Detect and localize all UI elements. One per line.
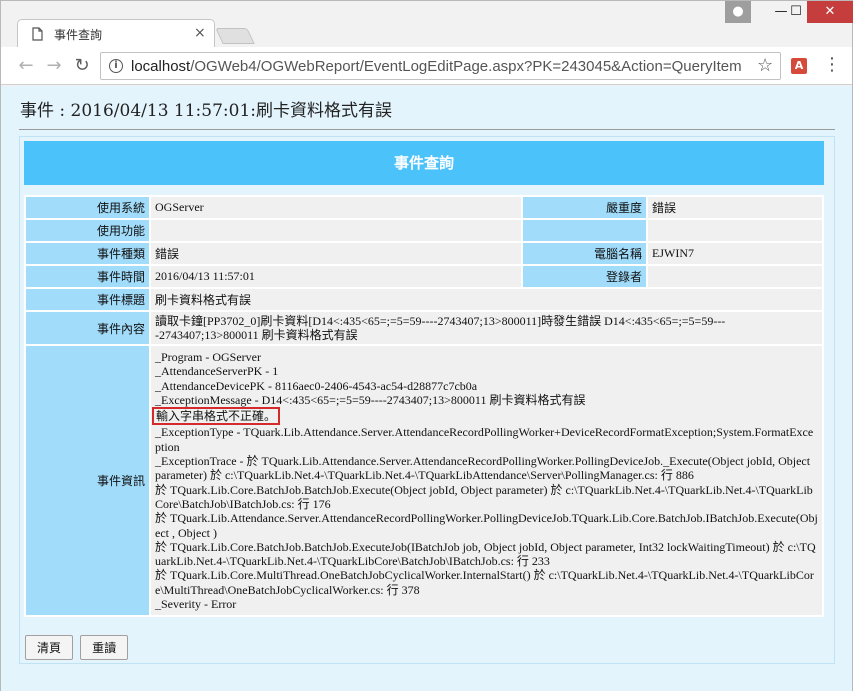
detail-line: _ExceptionType - TQuark.Lib.Attendance.S… xyxy=(155,425,814,454)
system-value: OGServer xyxy=(151,197,521,218)
browser-window: 事件查詢 × ● — ☐ ✕ ← → ↻ i localhost/OGWeb4/… xyxy=(0,0,853,691)
url-host: localhost xyxy=(131,58,191,75)
back-button[interactable]: ← xyxy=(15,55,37,77)
row-function: 使用功能 xyxy=(26,220,822,241)
reload-data-button[interactable]: 重讀 xyxy=(80,635,129,660)
highlighted-error-message: 輸入字串格式不正確。 xyxy=(152,407,281,426)
close-window-button[interactable]: ✕ xyxy=(807,1,853,23)
detail-line: _ExceptionTrace - 於 TQuark.Lib.Attendanc… xyxy=(155,454,811,483)
content-value: 讀取卡鐘[PP3702_0]刷卡資料[D14<:435<65=;=5=59---… xyxy=(151,312,822,344)
url-text[interactable]: localhost/OGWeb4/OGWebReport/EventLogEdi… xyxy=(131,58,742,75)
user-profile-button[interactable]: ● xyxy=(725,1,751,23)
action-buttons: 清頁 重讀 xyxy=(25,635,130,660)
login-value xyxy=(648,266,822,287)
severity-label: 嚴重度 xyxy=(523,197,646,218)
detail-line: 於 TQuark.Lib.Attendance.Server.Attendanc… xyxy=(155,511,818,540)
tab-close-icon[interactable]: × xyxy=(194,25,206,41)
detail-line: _Severity - Error xyxy=(155,597,237,612)
function-label: 使用功能 xyxy=(26,220,149,241)
detail-line: _Program - OGServer xyxy=(155,350,261,364)
page-title: 事件 : 2016/04/13 11:57:01:刷卡資料格式有誤 xyxy=(20,101,392,121)
user-icon: ● xyxy=(732,4,744,19)
row-detail: 事件資訊 _Program - OGServer _AttendanceServ… xyxy=(26,346,822,616)
panel-header: 事件查詢 xyxy=(24,141,824,185)
url-path: /OGWeb4/OGWebReport/EventLogEditPage.asp… xyxy=(190,58,742,75)
pdf-extension-icon[interactable]: A xyxy=(791,58,807,74)
tab-title: 事件查詢 xyxy=(54,28,103,42)
computer-label: 電腦名稱 xyxy=(523,243,646,264)
event-info-table: 使用系統 OGServer 嚴重度 錯誤 使用功能 事件種類 錯誤 電腦名稱 E… xyxy=(24,195,824,618)
subject-value: 刷卡資料格式有誤 xyxy=(151,289,822,310)
empty-value xyxy=(648,220,822,241)
system-label: 使用系統 xyxy=(26,197,149,218)
page-content: 事件 : 2016/04/13 11:57:01:刷卡資料格式有誤 事件查詢 使… xyxy=(1,86,852,691)
detail-label: 事件資訊 xyxy=(26,346,149,616)
clear-page-button[interactable]: 清頁 xyxy=(25,635,74,660)
login-label: 登錄者 xyxy=(523,266,646,287)
type-value: 錯誤 xyxy=(151,243,521,264)
detail-line: 於 TQuark.Lib.Core.MultiThread.OneBatchJo… xyxy=(155,568,814,597)
type-label: 事件種類 xyxy=(26,243,149,264)
new-tab-button[interactable] xyxy=(215,28,255,44)
detail-line: 於 TQuark.Lib.Core.BatchJob.BatchJob.Exec… xyxy=(155,482,813,511)
bookmark-star-icon[interactable]: ☆ xyxy=(757,55,773,76)
browser-toolbar: ← → ↻ i localhost/OGWeb4/OGWebReport/Eve… xyxy=(1,47,852,85)
detail-line: _AttendanceDevicePK - 8116aec0-2406-4543… xyxy=(155,378,478,393)
event-panel: 事件查詢 使用系統 OGServer 嚴重度 錯誤 使用功能 事件種類 錯誤 電… xyxy=(19,136,835,664)
subject-label: 事件標題 xyxy=(26,289,149,310)
browser-tab[interactable]: 事件查詢 × xyxy=(17,19,215,48)
empty-label xyxy=(523,220,646,241)
content-label: 事件內容 xyxy=(26,312,149,344)
detail-line: 於 TQuark.Lib.Core.BatchJob.BatchJob.Exec… xyxy=(155,539,816,569)
row-system: 使用系統 OGServer 嚴重度 錯誤 xyxy=(26,197,822,218)
time-value: 2016/04/13 11:57:01 xyxy=(151,266,521,287)
forward-button[interactable]: → xyxy=(43,55,65,77)
document-icon xyxy=(32,27,43,41)
browser-menu-icon[interactable]: ⋮ xyxy=(823,55,841,75)
reload-button[interactable]: ↻ xyxy=(71,55,93,77)
row-time: 事件時間 2016/04/13 11:57:01 登錄者 xyxy=(26,266,822,287)
title-divider xyxy=(19,129,835,130)
tab-strip: 事件查詢 × ● — ☐ ✕ xyxy=(1,1,853,48)
row-subject: 事件標題 刷卡資料格式有誤 xyxy=(26,289,822,310)
function-value xyxy=(151,220,521,241)
severity-value: 錯誤 xyxy=(648,197,822,218)
address-bar[interactable]: i localhost/OGWeb4/OGWebReport/EventLogE… xyxy=(100,52,781,80)
row-type: 事件種類 錯誤 電腦名稱 EJWIN7 xyxy=(26,243,822,264)
info-icon[interactable]: i xyxy=(109,59,123,73)
detail-line: _AttendanceServerPK - 1 xyxy=(155,364,279,379)
detail-line: _ExceptionMessage - D14<:435<65=;=5=59--… xyxy=(155,392,586,407)
close-icon: ✕ xyxy=(824,4,836,19)
row-content: 事件內容 讀取卡鐘[PP3702_0]刷卡資料[D14<:435<65=;=5=… xyxy=(26,312,822,344)
time-label: 事件時間 xyxy=(26,266,149,287)
computer-value: EJWIN7 xyxy=(648,243,822,264)
detail-value: _Program - OGServer _AttendanceServerPK … xyxy=(151,346,822,616)
